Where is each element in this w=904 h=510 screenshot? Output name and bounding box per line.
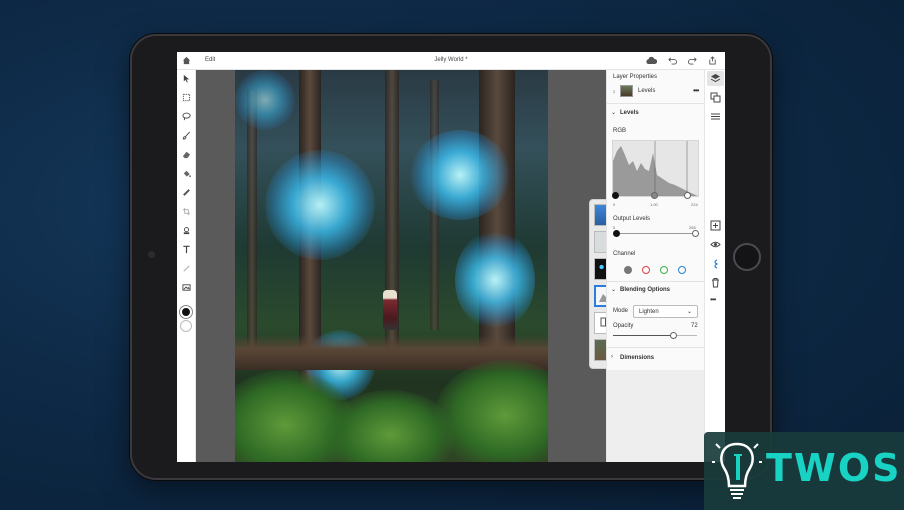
input-white-value: 224 — [691, 202, 698, 207]
adjustments-icon[interactable] — [710, 111, 721, 122]
divider — [607, 347, 705, 348]
channel-label: RGB — [613, 128, 627, 134]
chevron-right-icon[interactable]: › — [611, 354, 613, 360]
type-tool-icon[interactable] — [182, 245, 191, 254]
fill-tool-icon[interactable] — [182, 169, 191, 178]
left-toolbar — [177, 70, 196, 462]
person-figure — [383, 290, 397, 330]
cloud-icon[interactable] — [646, 56, 657, 65]
healing-tool-icon[interactable] — [182, 188, 191, 197]
properties-panel: Layer Properties 2 Levels ••• ⌄ Levels R… — [606, 70, 705, 462]
chevron-down-icon: ⌄ — [686, 309, 692, 315]
opacity-label: Opacity — [613, 323, 634, 329]
layer-thumbnail — [620, 85, 633, 97]
top-bar-actions — [646, 56, 717, 65]
input-white-knob[interactable] — [684, 192, 691, 199]
jellyfish — [265, 150, 375, 260]
layer-name[interactable]: Levels — [638, 88, 655, 94]
document-title[interactable]: Jelly World * — [177, 57, 725, 63]
output-white-knob[interactable] — [692, 230, 699, 237]
brush-tool-icon[interactable] — [182, 131, 191, 140]
blending-section-heading[interactable]: Blending Options — [620, 287, 670, 293]
opacity-knob[interactable] — [669, 332, 677, 339]
visibility-eye-icon[interactable] — [710, 239, 721, 250]
channel-green-radio[interactable] — [660, 266, 668, 274]
select-tool-icon[interactable] — [182, 93, 191, 102]
undo-icon[interactable] — [668, 56, 677, 65]
app-screen: Edit Jelly World * Layer Properties 2 Le… — [177, 52, 725, 462]
levels-histogram — [612, 140, 699, 197]
output-levels-label: Output Levels — [613, 216, 651, 222]
channel-blue-radio[interactable] — [678, 266, 686, 274]
twos-wordmark: TWOS — [766, 446, 902, 490]
redo-icon[interactable] — [688, 56, 697, 65]
layer-number: 2 — [613, 89, 616, 94]
blend-mode-icon[interactable] — [710, 258, 721, 269]
ipad-home-button[interactable] — [733, 243, 761, 271]
clone-stamp-icon[interactable] — [182, 226, 191, 235]
channel-heading: Channel — [613, 251, 636, 257]
twos-logo-icon — [712, 442, 762, 499]
blend-mode-select[interactable]: Lighten ⌄ — [633, 305, 698, 318]
input-black-knob[interactable] — [612, 192, 619, 199]
layers-icon[interactable] — [710, 73, 721, 84]
panel-empty-area — [607, 370, 705, 462]
levels-section-heading[interactable]: Levels — [620, 110, 639, 116]
opacity-value: 72 — [691, 323, 698, 329]
place-image-icon[interactable] — [182, 283, 191, 292]
jellyfish — [235, 70, 295, 130]
mode-label: Mode — [613, 308, 629, 314]
jellyfish — [455, 230, 535, 330]
more-icon[interactable]: ••• — [710, 295, 721, 306]
channel-red-radio[interactable] — [642, 266, 650, 274]
input-gamma-knob[interactable] — [651, 192, 658, 199]
crop-tool-icon[interactable] — [182, 207, 191, 216]
input-gamma-value: 1.00 — [650, 202, 658, 207]
background-color-swatch[interactable] — [180, 320, 192, 332]
jelly-world-image[interactable] — [235, 70, 548, 462]
divider — [607, 281, 705, 282]
input-black-value: 0 — [613, 202, 616, 207]
tree-trunk — [247, 90, 257, 350]
output-black-knob[interactable] — [613, 230, 620, 237]
top-bar: Edit Jelly World * — [177, 52, 725, 70]
more-options-icon[interactable]: ••• — [693, 86, 699, 95]
eraser-tool-icon[interactable] — [182, 150, 191, 159]
ipad-camera — [148, 251, 155, 258]
chevron-down-icon[interactable]: ⌄ — [611, 109, 616, 116]
divider — [607, 103, 705, 104]
fern — [435, 360, 548, 462]
blend-mode-value: Lighten — [639, 309, 659, 315]
foreground-color-swatch[interactable] — [180, 306, 192, 318]
opacity-fill — [613, 335, 674, 336]
move-tool-icon[interactable] — [182, 74, 191, 83]
dimensions-section-heading[interactable]: Dimensions — [620, 355, 654, 361]
twos-watermark: TWOS — [704, 432, 904, 510]
add-layer-icon[interactable] — [710, 220, 721, 231]
lasso-tool-icon[interactable] — [182, 112, 191, 121]
right-icon-strip: ••• — [704, 70, 725, 462]
canvas-area[interactable] — [196, 70, 622, 462]
jellyfish — [410, 130, 510, 220]
histogram-graph — [613, 141, 698, 196]
layer-properties-icon[interactable] — [710, 92, 721, 103]
share-icon[interactable] — [708, 56, 717, 65]
chevron-down-icon[interactable]: ⌄ — [611, 286, 616, 293]
output-levels-track — [616, 233, 695, 234]
trash-icon[interactable] — [710, 277, 721, 288]
panel-title: Layer Properties — [613, 74, 658, 80]
smudge-tool-icon[interactable] — [182, 264, 191, 273]
channel-composite-radio[interactable] — [624, 266, 632, 274]
